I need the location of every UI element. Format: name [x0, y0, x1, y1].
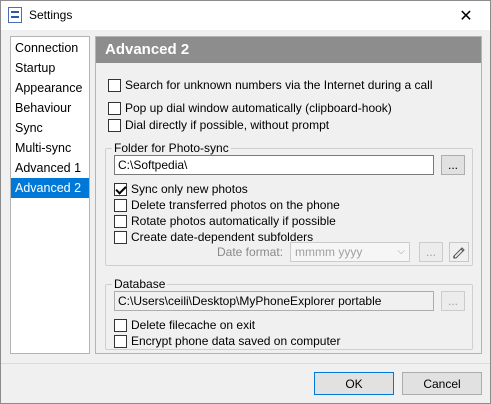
sync-new-checkbox[interactable]: [114, 182, 127, 196]
rotate-auto-option[interactable]: Rotate photos automatically if possible: [114, 213, 336, 229]
nav-item-advanced-2[interactable]: Advanced 2: [11, 178, 89, 198]
popup-dial-option[interactable]: Pop up dial window automatically (clipbo…: [108, 100, 392, 116]
dial-directly-option[interactable]: Dial directly if possible, without promp…: [108, 117, 329, 133]
nav-item-behaviour[interactable]: Behaviour: [11, 98, 89, 118]
delete-filecache-checkbox[interactable]: [114, 318, 127, 332]
nav-item-startup[interactable]: Startup: [11, 58, 89, 78]
settings-window: Settings ✕ Connection Startup Appearance…: [0, 0, 491, 404]
dial-directly-checkbox[interactable]: [108, 118, 121, 132]
encrypt-option[interactable]: Encrypt phone data saved on computer: [114, 333, 340, 349]
photo-sync-browse-button[interactable]: ...: [441, 155, 465, 175]
date-format-edit-button[interactable]: [449, 242, 469, 262]
chevron-down-icon: ⌵: [397, 246, 405, 257]
sync-new-label: Sync only new photos: [131, 182, 248, 196]
search-unknown-label: Search for unknown numbers via the Inter…: [125, 78, 433, 92]
app-icon: [8, 7, 22, 23]
search-unknown-checkbox[interactable]: [108, 78, 121, 92]
pencil-icon: [453, 247, 465, 259]
date-format-select[interactable]: mmmm yyyy ⌵: [290, 242, 410, 262]
date-subfolders-label: Create date-dependent subfolders: [131, 230, 314, 244]
encrypt-label: Encrypt phone data saved on computer: [131, 334, 341, 348]
nav-item-connection[interactable]: Connection: [11, 38, 89, 58]
window-title: Settings: [29, 8, 73, 22]
search-unknown-option[interactable]: Search for unknown numbers via the Inter…: [108, 77, 433, 93]
title-bar: Settings ✕: [1, 1, 490, 30]
settings-panel: Advanced 2 Search for unknown numbers vi…: [95, 36, 482, 354]
panel-title: Advanced 2: [96, 37, 481, 63]
rotate-auto-checkbox[interactable]: [114, 214, 127, 228]
popup-dial-checkbox[interactable]: [108, 101, 121, 115]
settings-nav: Connection Startup Appearance Behaviour …: [10, 36, 90, 354]
nav-item-appearance[interactable]: Appearance: [11, 78, 89, 98]
close-icon: ✕: [459, 7, 473, 25]
date-subfolders-checkbox[interactable]: [114, 230, 127, 244]
ok-button[interactable]: OK: [314, 372, 394, 395]
sync-new-option[interactable]: Sync only new photos: [114, 181, 248, 197]
nav-item-sync[interactable]: Sync: [11, 118, 89, 138]
rotate-auto-label: Rotate photos automatically if possible: [131, 214, 336, 228]
nav-item-advanced-1[interactable]: Advanced 1: [11, 158, 89, 178]
nav-item-multi-sync[interactable]: Multi-sync: [11, 138, 89, 158]
photo-sync-legend: Folder for Photo-sync: [112, 141, 231, 155]
encrypt-checkbox[interactable]: [114, 334, 127, 348]
delete-filecache-option[interactable]: Delete filecache on exit: [114, 317, 255, 333]
date-format-label: Date format:: [217, 245, 284, 259]
delete-transferred-label: Delete transferred photos on the phone: [131, 198, 340, 212]
date-subfolders-option[interactable]: Create date-dependent subfolders: [114, 229, 313, 245]
date-format-options-button[interactable]: ...: [419, 242, 443, 262]
database-path-field[interactable]: C:\Users\ceili\Desktop\MyPhoneExplorer p…: [114, 291, 434, 311]
database-browse-button[interactable]: ...: [441, 291, 465, 311]
popup-dial-label: Pop up dial window automatically (clipbo…: [125, 101, 392, 115]
delete-filecache-label: Delete filecache on exit: [131, 318, 256, 332]
delete-transferred-checkbox[interactable]: [114, 198, 127, 212]
database-legend: Database: [112, 277, 168, 291]
date-format-value: mmmm yyyy: [295, 245, 363, 259]
close-button[interactable]: ✕: [446, 1, 486, 30]
cancel-button[interactable]: Cancel: [402, 372, 482, 395]
delete-transferred-option[interactable]: Delete transferred photos on the phone: [114, 197, 340, 213]
dial-directly-label: Dial directly if possible, without promp…: [125, 118, 330, 132]
footer-divider: [1, 363, 490, 364]
photo-sync-path-field[interactable]: C:\Softpedia\: [114, 155, 434, 175]
